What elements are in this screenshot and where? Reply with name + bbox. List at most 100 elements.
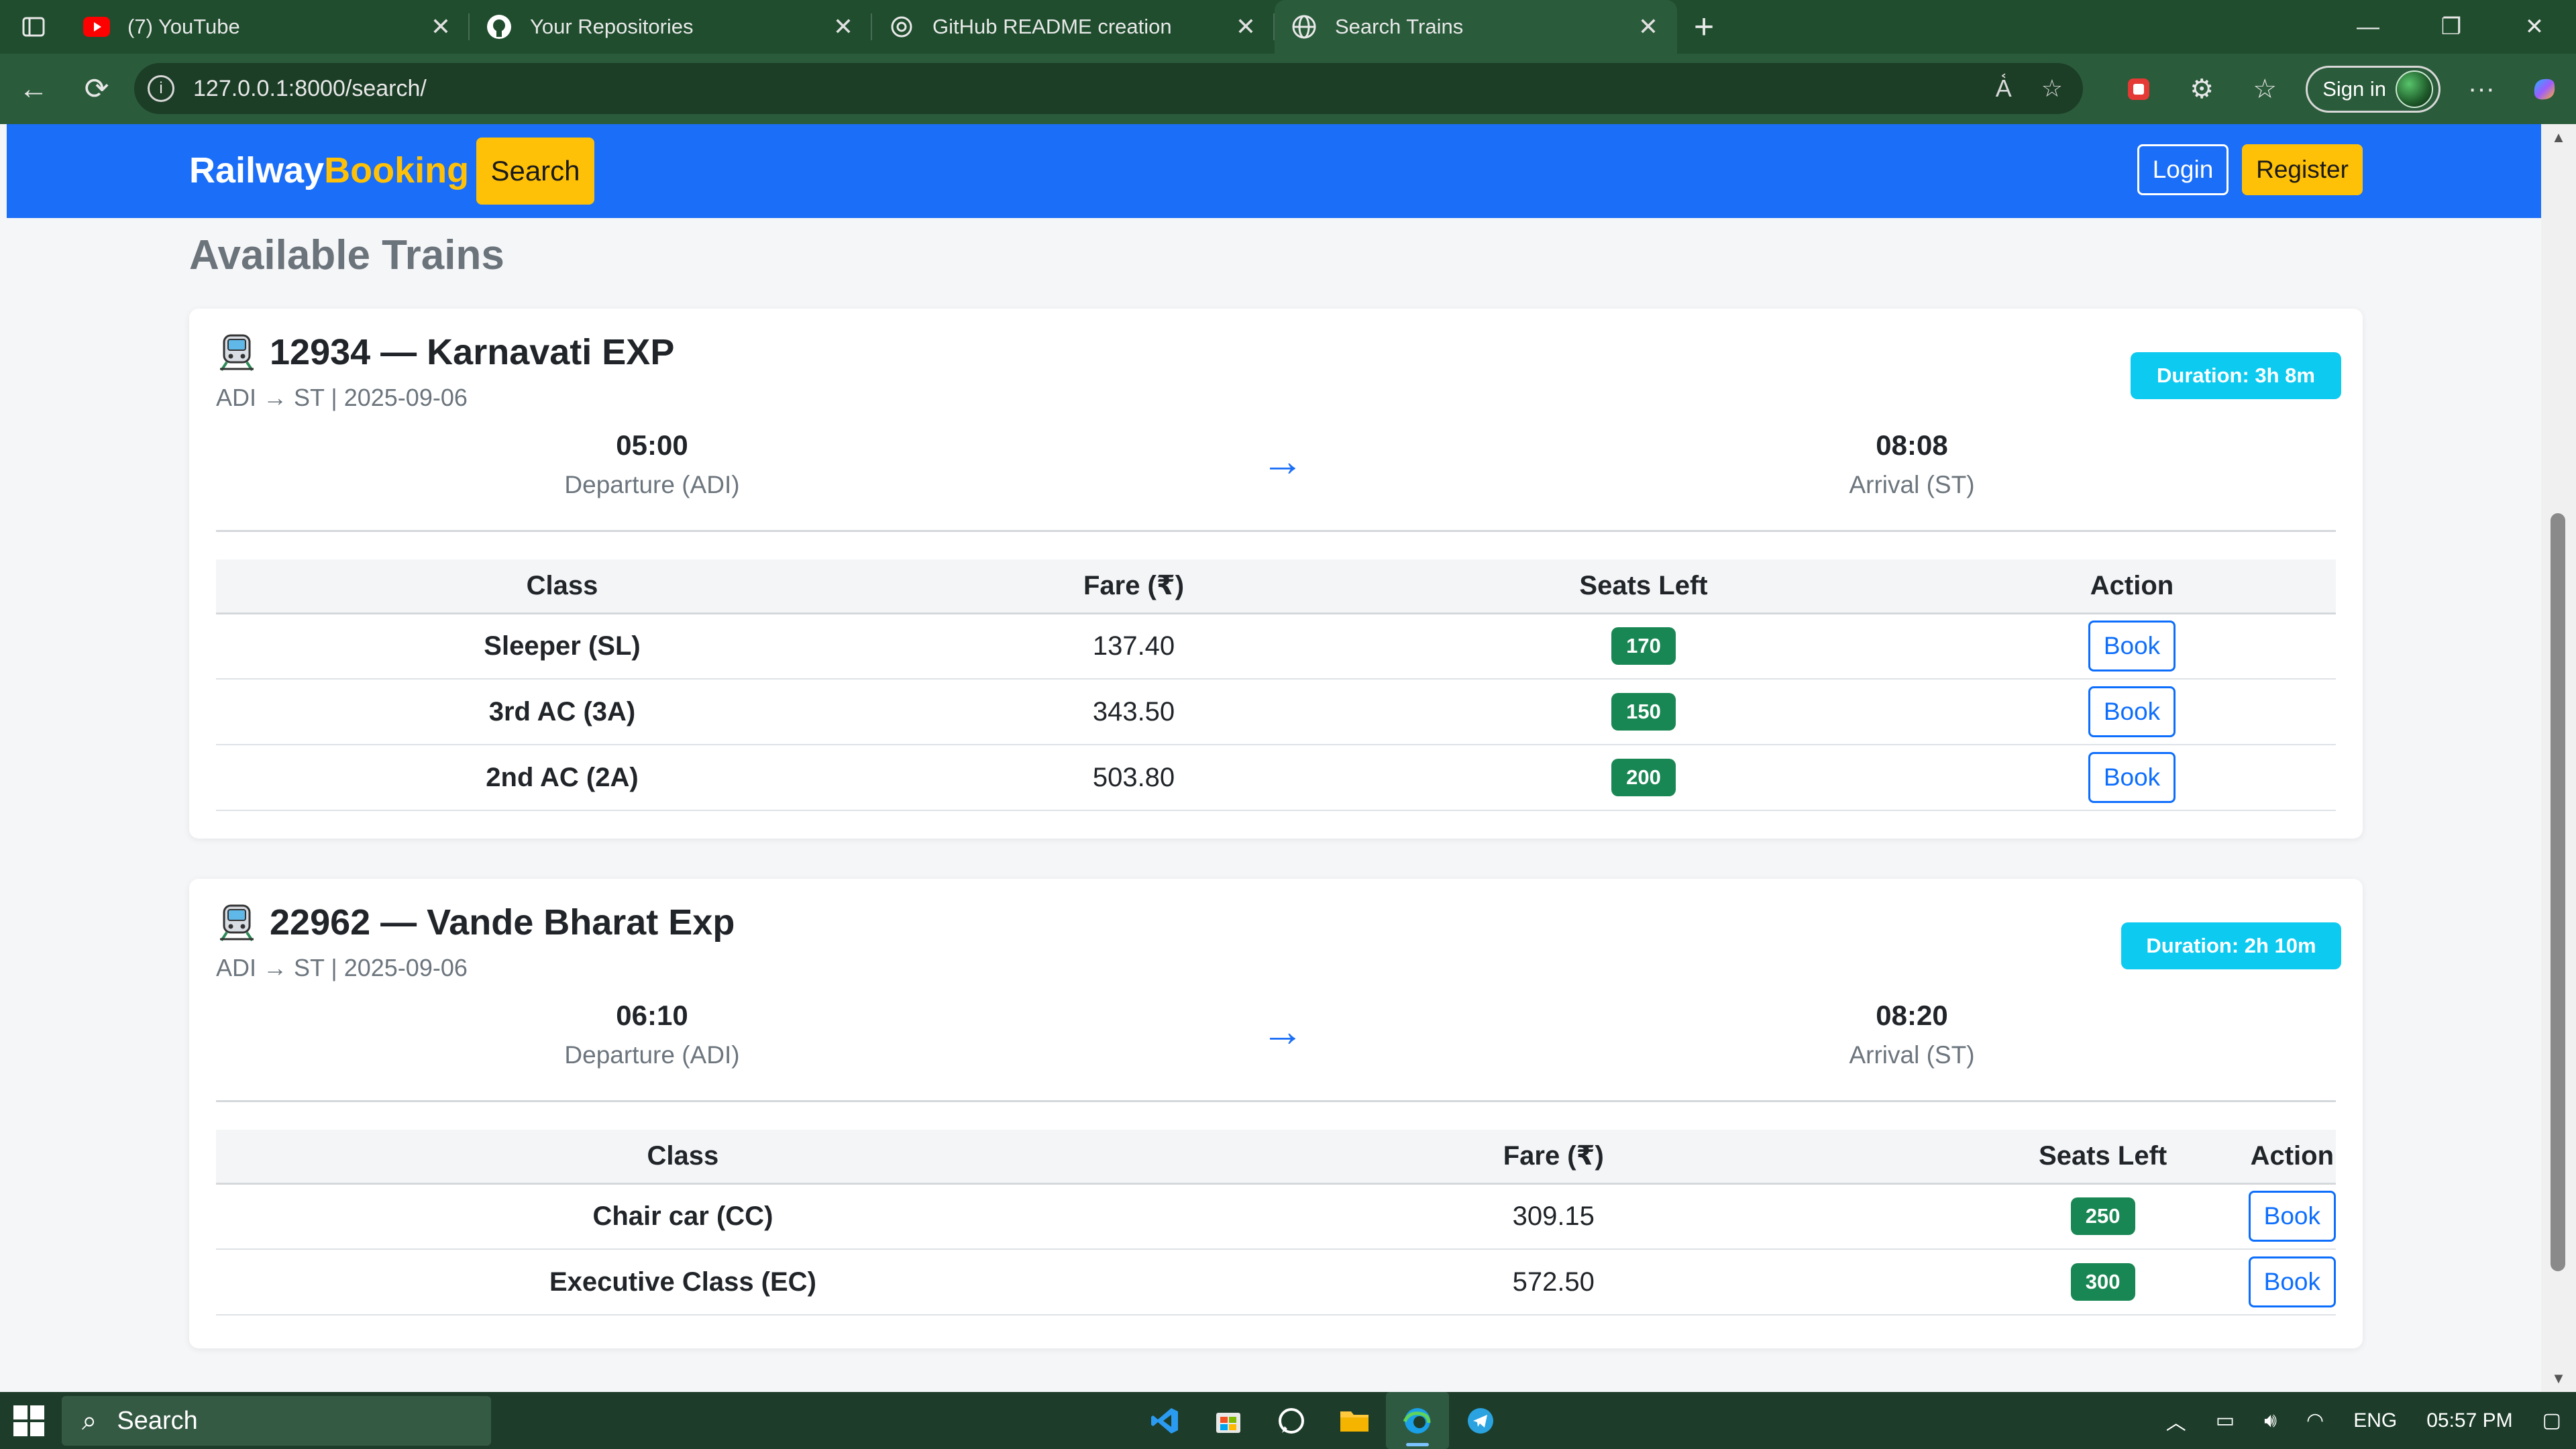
restore-icon[interactable]: ❐ bbox=[2410, 0, 2493, 54]
tab-repositories[interactable]: Your Repositories ✕ bbox=[470, 0, 872, 54]
volume-icon[interactable]: 🔊︎ bbox=[2264, 1409, 2277, 1432]
refresh-icon[interactable]: ⟳ bbox=[67, 60, 126, 119]
table-row: Chair car (CC) 309.15 250 Book bbox=[216, 1183, 2336, 1250]
back-icon[interactable]: ← bbox=[4, 60, 63, 119]
train-card: 22962 — Vande Bharat Exp ADI → ST | 2025… bbox=[189, 879, 2363, 1348]
fare-table: Class Fare (₹) Seats Left Action Sleeper… bbox=[216, 559, 2336, 811]
window-controls: — ❐ ✕ bbox=[2326, 0, 2576, 54]
column-header: Action bbox=[2248, 1130, 2336, 1185]
close-tab-icon[interactable]: ✕ bbox=[431, 13, 451, 41]
divider bbox=[216, 1100, 2336, 1102]
extensions-puzzle-icon[interactable]: ⚙ bbox=[2170, 54, 2233, 124]
globe-icon bbox=[1291, 13, 1318, 40]
book-button[interactable]: Book bbox=[2088, 752, 2176, 803]
close-tab-icon[interactable]: ✕ bbox=[1638, 13, 1658, 41]
favorites-icon[interactable]: ☆ bbox=[2233, 54, 2296, 124]
seats-cell: 150 bbox=[1359, 679, 1928, 745]
site-navbar: RailwayBooking Search Login Register bbox=[7, 124, 2541, 218]
tab-readme-creation[interactable]: GitHub README creation ✕ bbox=[872, 0, 1275, 54]
book-button[interactable]: Book bbox=[2088, 686, 2176, 737]
book-button[interactable]: Book bbox=[2248, 1256, 2336, 1307]
read-aloud-icon[interactable]: A᷾ bbox=[1996, 74, 2012, 103]
arrow-right-icon: → bbox=[1261, 437, 1304, 485]
taskbar-search-box[interactable]: ⌕ Search bbox=[62, 1396, 491, 1446]
brand-logo[interactable]: RailwayBooking bbox=[189, 150, 469, 191]
departure-label: Departure (ADI) bbox=[564, 1041, 740, 1069]
system-tray: ︿ ▭ 🔊︎ ◠ ENG 05:57 PM ▢ bbox=[2151, 1392, 2576, 1449]
departure-time: 05:00 bbox=[616, 429, 688, 461]
scroll-up-icon[interactable]: ▲ bbox=[2541, 124, 2576, 151]
notifications-icon[interactable]: ▢ bbox=[2542, 1409, 2561, 1432]
login-button[interactable]: Login bbox=[2137, 144, 2229, 195]
table-header-row: Class Fare (₹) Seats Left Action bbox=[216, 1130, 2336, 1185]
class-name: Chair car (CC) bbox=[216, 1183, 1150, 1250]
tab-youtube[interactable]: (7) YouTube ✕ bbox=[67, 0, 470, 54]
seats-badge: 150 bbox=[1611, 693, 1676, 731]
github-icon bbox=[486, 13, 513, 40]
close-tab-icon[interactable]: ✕ bbox=[833, 13, 853, 41]
language-indicator[interactable]: ENG bbox=[2353, 1409, 2397, 1432]
wifi-icon[interactable]: ◠ bbox=[2306, 1409, 2324, 1432]
sign-in-button[interactable]: Sign in bbox=[2306, 65, 2440, 113]
table-row: 3rd AC (3A) 343.50 150 Book bbox=[216, 679, 2336, 745]
nav-search-button[interactable]: Search bbox=[476, 138, 594, 205]
seats-cell: 300 bbox=[1957, 1249, 2249, 1316]
column-header: Action bbox=[1928, 559, 2336, 614]
telegram-icon[interactable] bbox=[1449, 1392, 1512, 1449]
show-hidden-icons-icon[interactable]: ︿ bbox=[2166, 1406, 2186, 1436]
seats-cell: 170 bbox=[1359, 613, 1928, 680]
new-tab-icon[interactable]: + bbox=[1677, 0, 1731, 54]
address-toolbar: ← ⟳ i 127.0.0.1:8000/search/ A᷾ ☆ ⚙ ☆ Si… bbox=[0, 54, 2576, 124]
tab-title: GitHub README creation bbox=[932, 15, 1172, 38]
column-header: Class bbox=[216, 1130, 1150, 1185]
class-name: 2nd AC (2A) bbox=[216, 745, 908, 811]
tab-search-trains[interactable]: Search Trains ✕ bbox=[1275, 0, 1677, 54]
tab-actions-icon[interactable] bbox=[0, 0, 67, 54]
edge-browser-icon[interactable] bbox=[1386, 1392, 1449, 1449]
register-button[interactable]: Register bbox=[2242, 144, 2363, 195]
fare-value: 343.50 bbox=[908, 679, 1359, 745]
extension-red-icon[interactable] bbox=[2107, 54, 2170, 124]
seats-cell: 200 bbox=[1359, 745, 1928, 811]
copilot-icon[interactable] bbox=[2513, 54, 2576, 124]
battery-icon[interactable]: ▭ bbox=[2216, 1409, 2235, 1432]
scroll-down-icon[interactable]: ▼ bbox=[2541, 1365, 2576, 1392]
class-name: Sleeper (SL) bbox=[216, 613, 908, 680]
train-title: 22962 — Vande Bharat Exp bbox=[216, 902, 735, 943]
page-scrollbar[interactable]: ▲ ▼ bbox=[2541, 124, 2576, 1392]
seats-badge: 300 bbox=[2070, 1263, 2135, 1301]
tab-title: Search Trains bbox=[1335, 15, 1464, 38]
page-title: Available Trains bbox=[189, 232, 504, 278]
column-header: Fare (₹) bbox=[908, 559, 1359, 614]
scrollbar-thumb[interactable] bbox=[2551, 513, 2565, 1271]
browser-tab-bar: (7) YouTube ✕ Your Repositories ✕ GitHub… bbox=[0, 0, 2576, 54]
departure-label: Departure (ADI) bbox=[564, 471, 740, 498]
duration-badge: Duration: 3h 8m bbox=[2131, 352, 2341, 399]
more-options-icon[interactable]: ··· bbox=[2450, 54, 2513, 124]
departure-block: 06:10 Departure (ADI) bbox=[484, 1000, 820, 1069]
url-field[interactable]: i 127.0.0.1:8000/search/ A᷾ ☆ bbox=[134, 63, 2083, 114]
book-button[interactable]: Book bbox=[2248, 1191, 2336, 1242]
close-tab-icon[interactable]: ✕ bbox=[1236, 13, 1256, 41]
microsoft-store-icon[interactable] bbox=[1197, 1392, 1260, 1449]
train-name: 22962 — Vande Bharat Exp bbox=[270, 902, 735, 943]
chatgpt-icon bbox=[888, 13, 915, 40]
minimize-icon[interactable]: — bbox=[2326, 0, 2410, 54]
url-text: 127.0.0.1:8000/search/ bbox=[193, 75, 427, 101]
taskbar-apps bbox=[1134, 1392, 1512, 1449]
close-window-icon[interactable]: ✕ bbox=[2493, 0, 2576, 54]
arrival-block: 08:20 Arrival (ST) bbox=[1744, 1000, 2080, 1069]
search-icon: ⌕ bbox=[82, 1405, 97, 1436]
favorite-star-icon[interactable]: ☆ bbox=[2041, 74, 2063, 103]
file-explorer-icon[interactable] bbox=[1323, 1392, 1386, 1449]
seats-badge: 200 bbox=[1611, 759, 1676, 796]
whatsapp-icon[interactable] bbox=[1260, 1392, 1323, 1449]
site-info-icon[interactable]: i bbox=[148, 75, 174, 102]
fare-value: 137.40 bbox=[908, 613, 1359, 680]
train-name: 12934 — Karnavati EXP bbox=[270, 332, 675, 372]
clock[interactable]: 05:57 PM bbox=[2426, 1409, 2512, 1432]
book-button[interactable]: Book bbox=[2088, 621, 2176, 672]
vscode-icon[interactable] bbox=[1134, 1392, 1197, 1449]
arrival-label: Arrival (ST) bbox=[1849, 1041, 1975, 1069]
windows-start-icon[interactable] bbox=[13, 1405, 44, 1436]
